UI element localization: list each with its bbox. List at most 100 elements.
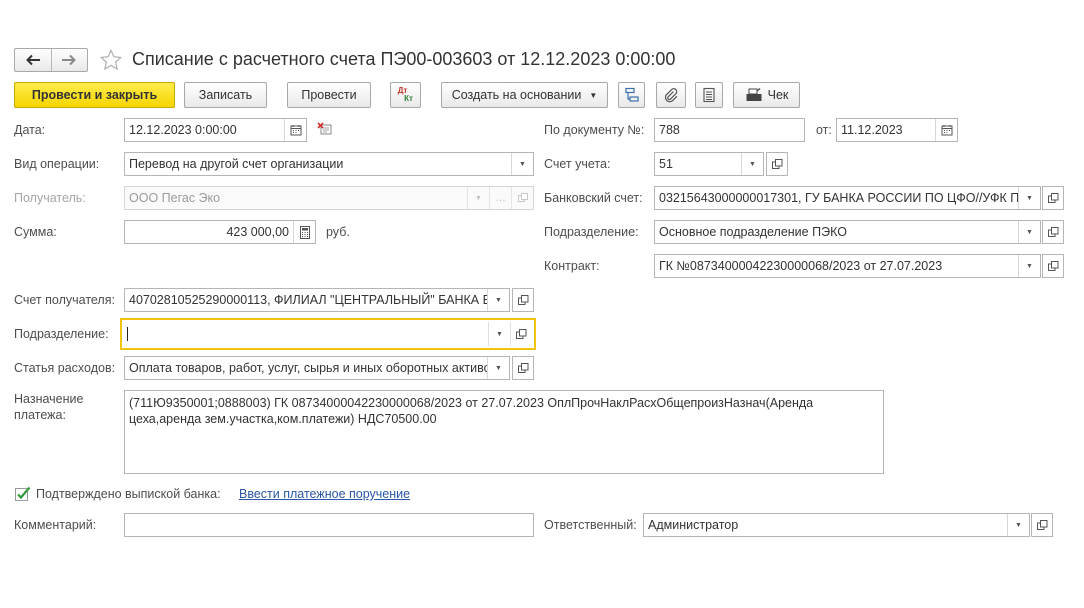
purpose-line-2: цеха,аренда зем.участка,ком.платежи) НДС…	[129, 412, 437, 426]
post-button[interactable]: Провести	[287, 82, 371, 108]
ellipsis-icon: …	[489, 187, 511, 209]
chevron-down-icon[interactable]: ▼	[487, 289, 509, 311]
bank-account-label: Банковский счет:	[544, 191, 643, 205]
post-and-close-button[interactable]: Провести и закрыть	[14, 82, 175, 108]
division-value[interactable]	[124, 322, 488, 346]
open-window-icon	[771, 158, 782, 169]
purpose-line-1: (711Ю9350001;0888003) ГК 087340000422300…	[129, 396, 814, 410]
structure-button[interactable]	[618, 82, 645, 108]
contract-value: ГК №08734000042230000068/2023 от 27.07.2…	[659, 259, 943, 273]
chevron-down-icon[interactable]: ▼	[741, 153, 763, 175]
comment-value	[125, 514, 533, 536]
hierarchy-icon	[624, 87, 639, 102]
chevron-down-icon: ▼	[467, 187, 489, 209]
chevron-down-icon[interactable]: ▼	[1018, 221, 1040, 243]
bank-account-select[interactable]: 03215643000000017301, ГУ БАНКА РОССИИ ПО…	[654, 186, 1041, 210]
attach-button[interactable]	[656, 82, 686, 108]
open-icon	[511, 187, 533, 209]
operation-label: Вид операции:	[14, 157, 100, 171]
calendar-button[interactable]	[935, 119, 957, 141]
expense-select[interactable]: Оплата товаров, работ, услуг, сырья и ин…	[124, 356, 510, 380]
arrow-left-icon	[25, 54, 40, 66]
division-label: Подразделение:	[14, 327, 109, 341]
date-field[interactable]: 12.12.2023 0:00:00	[124, 118, 307, 142]
contract-open-button[interactable]	[1042, 254, 1064, 278]
create-based-label: Создать на основании	[451, 88, 582, 102]
payment-order-link[interactable]: Ввести платежное поручение	[239, 487, 410, 501]
page-title: Списание с расчетного счета ПЭ00-003603 …	[132, 49, 676, 69]
contract-select[interactable]: ГК №08734000042230000068/2023 от 27.07.2…	[654, 254, 1041, 278]
chevron-down-icon[interactable]: ▼	[511, 153, 533, 175]
chevron-down-icon[interactable]: ▼	[487, 357, 509, 379]
contract-label: Контракт:	[544, 259, 600, 273]
open-window-icon	[1047, 226, 1058, 237]
doc-date-field[interactable]: 11.12.2023	[836, 118, 958, 142]
bank-account-open-button[interactable]	[1042, 186, 1064, 210]
doc-number-input[interactable]: 788	[654, 118, 805, 142]
operation-value: Перевод на другой счет организации	[129, 157, 344, 171]
responsible-value: Администратор	[648, 518, 739, 532]
right-division-label: Подразделение:	[544, 225, 639, 239]
expense-label: Статья расходов:	[14, 361, 116, 375]
open-window-icon	[517, 362, 528, 373]
forward-button[interactable]	[50, 49, 88, 71]
account-select[interactable]: 51 ▼	[654, 152, 764, 176]
account-open-button[interactable]	[766, 152, 788, 176]
favorite-star-icon[interactable]	[99, 48, 123, 72]
doc-date-value: 11.12.2023	[841, 123, 903, 137]
purpose-label-line-2: платежа:	[14, 408, 66, 422]
calendar-icon	[941, 125, 952, 136]
right-division-value: Основное подразделение ПЭКО	[659, 225, 847, 239]
receipt-button[interactable]: Чек	[733, 82, 800, 108]
chevron-down-icon[interactable]: ▼	[1018, 187, 1040, 209]
nav-buttons	[14, 48, 88, 72]
document-list-icon	[703, 87, 715, 103]
cash-register-icon	[746, 88, 762, 101]
comment-input[interactable]	[124, 513, 534, 537]
purpose-label: Назначение платежа:	[14, 391, 83, 423]
create-based-on-dropdown[interactable]: Создать на основании ▼	[441, 82, 608, 108]
date-clear-icon[interactable]	[317, 122, 333, 136]
calendar-icon	[290, 125, 301, 136]
chevron-down-icon[interactable]: ▼	[488, 322, 510, 346]
expense-value: Оплата товаров, работ, услуг, сырья и ин…	[129, 361, 487, 375]
recipient-account-label: Счет получателя:	[14, 293, 115, 307]
arrow-right-icon	[62, 54, 77, 66]
division-open-button[interactable]	[510, 322, 532, 346]
comment-label: Комментарий:	[14, 518, 97, 532]
dt-kt-button[interactable]: Дт Кт	[390, 82, 421, 108]
date-value: 12.12.2023 0:00:00	[129, 123, 237, 137]
recipient-account-select[interactable]: 40702810525290000113, ФИЛИАЛ "ЦЕНТРАЛЬНЫ…	[124, 288, 510, 312]
open-window-icon	[1047, 192, 1058, 203]
doc-date-label: от:	[816, 123, 832, 137]
list-button[interactable]	[695, 82, 723, 108]
receipt-label: Чек	[767, 88, 789, 102]
chevron-down-icon[interactable]: ▼	[1018, 255, 1040, 277]
calculator-button[interactable]	[293, 221, 315, 243]
operation-select[interactable]: Перевод на другой счет организации ▼	[124, 152, 534, 176]
responsible-open-button[interactable]	[1031, 513, 1053, 537]
doc-number-label: По документу №:	[544, 123, 645, 137]
responsible-select[interactable]: Администратор ▼	[643, 513, 1030, 537]
open-window-icon	[517, 294, 528, 305]
calculator-icon	[299, 225, 310, 239]
dt-kt-icon: Дт Кт	[398, 87, 413, 103]
confirmed-checkbox[interactable]	[15, 486, 31, 502]
save-button[interactable]: Записать	[184, 82, 267, 108]
recipient-field: ООО Пегас Эко ▼ …	[124, 186, 534, 210]
purpose-textarea[interactable]: (711Ю9350001;0888003) ГК 087340000422300…	[124, 390, 884, 474]
recipient-account-open-button[interactable]	[512, 288, 534, 312]
account-value: 51	[659, 157, 673, 171]
division-select[interactable]: ▼	[120, 318, 536, 350]
back-button[interactable]	[15, 49, 51, 71]
expense-open-button[interactable]	[512, 356, 534, 380]
chevron-down-icon[interactable]: ▼	[1007, 514, 1029, 536]
currency-label: руб.	[326, 225, 350, 239]
right-division-open-button[interactable]	[1042, 220, 1064, 244]
calendar-button[interactable]	[284, 119, 306, 141]
sum-field[interactable]: 423 000,00	[124, 220, 316, 244]
account-label: Счет учета:	[544, 157, 611, 171]
open-window-icon	[516, 328, 527, 339]
right-division-select[interactable]: Основное подразделение ПЭКО ▼	[654, 220, 1041, 244]
purpose-label-line-1: Назначение	[14, 392, 84, 406]
